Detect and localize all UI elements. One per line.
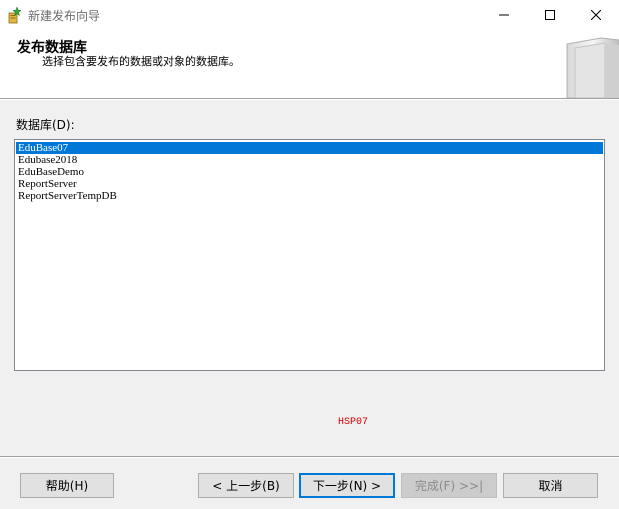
wizard-app-icon (8, 6, 22, 24)
database-list-item[interactable]: ReportServerTempDB (16, 190, 603, 202)
database-listbox[interactable]: EduBase07 Edubase2018 EduBaseDemo ReportSer… (14, 139, 605, 371)
database-list-label: 数据库(D): (16, 118, 75, 132)
next-button[interactable]: 下一步(N) > (299, 473, 395, 498)
maximize-button[interactable] (527, 0, 573, 30)
database-list-item[interactable]: Edubase2018 (16, 154, 603, 166)
database-list-item[interactable]: ReportServer (16, 178, 603, 190)
page-subtitle: 选择包含要发布的数据或对象的数据库。 (42, 55, 240, 68)
database-list-item[interactable]: EduBase07 (16, 142, 603, 154)
window-title: 新建发布向导 (28, 9, 101, 23)
minimize-button[interactable] (481, 0, 527, 30)
help-button[interactable]: 帮助(H) (20, 473, 114, 498)
finish-button[interactable]: 完成(F) >>| (401, 473, 497, 498)
close-icon (591, 10, 601, 20)
footer-separator (0, 456, 619, 458)
wizard-header: 发布数据库 选择包含要发布的数据或对象的数据库。 (0, 30, 619, 98)
close-button[interactable] (573, 0, 619, 30)
header-separator (0, 98, 619, 100)
server-name-label: HSP07 (338, 417, 369, 428)
maximize-icon (545, 10, 555, 20)
database-list-item[interactable]: EduBaseDemo (16, 166, 603, 178)
minimize-icon (499, 14, 509, 16)
database-art-icon (566, 37, 619, 98)
previous-button[interactable]: < 上一步(B) (198, 473, 294, 498)
cancel-button[interactable]: 取消 (503, 473, 598, 498)
title-bar: 新建发布向导 (0, 0, 619, 30)
